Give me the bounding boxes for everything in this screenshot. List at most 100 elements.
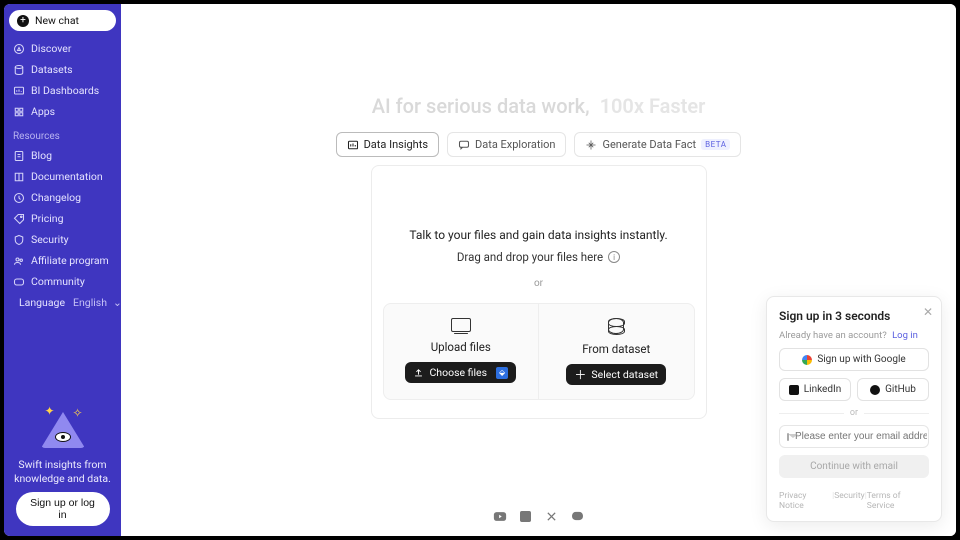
close-icon[interactable]: ✕ — [923, 305, 933, 319]
email-input-wrapper — [779, 425, 929, 448]
language-label: Language — [19, 296, 65, 309]
signup-title: Sign up in 3 seconds — [779, 309, 929, 323]
users-icon — [13, 255, 25, 267]
chart-icon — [347, 139, 359, 151]
button-label: Select dataset — [591, 368, 658, 381]
database-icon — [13, 64, 25, 76]
sidebar-tagline: Swift insights from knowledge and data. — [11, 458, 114, 486]
sidebar-item-label: Datasets — [31, 63, 73, 76]
mail-icon — [787, 433, 789, 441]
grid-icon — [13, 106, 25, 118]
panel-dragline: Drag and drop your files here i — [457, 250, 620, 264]
button-label: Choose files — [429, 366, 487, 379]
panel-headline: Talk to your files and gain data insight… — [409, 228, 667, 242]
google-sso-button[interactable]: Sign up with Google — [779, 348, 929, 371]
sidebar-item-label: Community — [31, 275, 85, 288]
upload-files-card: Upload files Choose files ⬙ — [384, 304, 539, 399]
sidebar-item-dashboards[interactable]: BI Dashboards — [9, 81, 116, 100]
book-icon — [13, 171, 25, 183]
sidebar-item-security[interactable]: Security — [9, 230, 116, 249]
mode-tabs: Data Insights Data Exploration Generate … — [336, 132, 742, 157]
tag-icon — [13, 213, 25, 225]
sso-label: GitHub — [885, 384, 916, 395]
discord-icon[interactable] — [571, 510, 585, 522]
dashboard-icon — [13, 85, 25, 97]
sidebar-item-community[interactable]: Community — [9, 272, 116, 291]
language-value: English — [73, 296, 107, 309]
sidebar-item-label: Affiliate program — [31, 254, 109, 267]
or-divider: or — [779, 408, 929, 418]
wizard-icon: ✦ ✧ — [39, 404, 87, 452]
sidebar-item-label: Changelog — [31, 191, 81, 204]
shield-icon — [13, 234, 25, 246]
history-icon — [13, 192, 25, 204]
sidebar-item-apps[interactable]: Apps — [9, 102, 116, 121]
signup-login-button[interactable]: Sign up or log in — [16, 492, 110, 526]
sidebar-item-label: Security — [31, 233, 69, 246]
privacy-link[interactable]: Privacy Notice — [779, 491, 832, 511]
hero-highlight: 100x Faster — [600, 94, 706, 118]
sidebar: + New chat Discover Datasets BI Dashboar… — [4, 4, 121, 536]
legal-links: Privacy Notice | Security | Terms of Ser… — [779, 491, 929, 511]
github-sso-button[interactable]: GitHub — [857, 378, 929, 401]
tab-label: Generate Data Fact — [602, 138, 696, 151]
resources-header: Resources — [9, 123, 116, 144]
google-icon — [802, 355, 812, 365]
chat-icon — [458, 139, 470, 151]
tos-link[interactable]: Terms of Service — [867, 491, 929, 511]
github-icon — [870, 385, 880, 395]
from-dataset-card: From dataset ＋ Select dataset — [538, 304, 694, 399]
main-content: AI for serious data work, 100x Faster Da… — [121, 4, 956, 536]
sidebar-item-changelog[interactable]: Changelog — [9, 188, 116, 207]
sidebar-promo: ✦ ✧ Swift insights from knowledge and da… — [9, 404, 116, 526]
youtube-icon[interactable] — [493, 510, 507, 522]
continue-email-button[interactable]: Continue with email — [779, 455, 929, 478]
tab-data-exploration[interactable]: Data Exploration — [447, 132, 566, 157]
plus-icon: ＋ — [574, 369, 586, 381]
card-title: Upload files — [431, 340, 491, 354]
new-chat-button[interactable]: + New chat — [9, 10, 116, 31]
sidebar-item-affiliate[interactable]: Affiliate program — [9, 251, 116, 270]
signup-popover: ✕ Sign up in 3 seconds Already have an a… — [766, 296, 942, 522]
sidebar-item-label: Discover — [31, 42, 71, 55]
dropbox-icon[interactable]: ⬙ — [496, 367, 508, 379]
tab-data-insights[interactable]: Data Insights — [336, 132, 439, 157]
linkedin-sso-button[interactable]: LinkedIn — [779, 378, 851, 401]
security-link[interactable]: Security — [834, 491, 864, 511]
sparkle-icon — [585, 139, 597, 151]
select-dataset-button[interactable]: ＋ Select dataset — [566, 364, 666, 385]
language-selector[interactable]: Language English ⌄ — [9, 293, 116, 312]
sidebar-item-label: Pricing — [31, 212, 63, 225]
sidebar-item-documentation[interactable]: Documentation — [9, 167, 116, 186]
laptop-icon — [451, 318, 471, 332]
info-icon[interactable]: i — [608, 251, 620, 263]
sidebar-item-datasets[interactable]: Datasets — [9, 60, 116, 79]
source-cards: Upload files Choose files ⬙ From dataset… — [383, 303, 695, 400]
tab-generate-fact[interactable]: Generate Data Fact BETA — [574, 132, 741, 157]
sidebar-item-label: Documentation — [31, 170, 103, 183]
choose-files-button[interactable]: Choose files ⬙ — [405, 362, 516, 383]
compass-icon — [13, 43, 25, 55]
sidebar-item-discover[interactable]: Discover — [9, 39, 116, 58]
sidebar-item-blog[interactable]: Blog — [9, 146, 116, 165]
tab-label: Data Insights — [364, 138, 428, 151]
x-icon[interactable] — [545, 510, 559, 522]
sidebar-item-pricing[interactable]: Pricing — [9, 209, 116, 228]
hero-title: AI for serious data work, 100x Faster — [372, 94, 706, 118]
sidebar-item-label: Blog — [31, 149, 52, 162]
sidebar-item-label: Apps — [31, 105, 55, 118]
new-chat-label: New chat — [35, 14, 79, 27]
email-input[interactable] — [795, 431, 927, 442]
tab-label: Data Exploration — [475, 138, 555, 151]
signup-subtitle: Already have an account? Log in — [779, 330, 929, 341]
login-link[interactable]: Log in — [892, 330, 918, 341]
already-text: Already have an account? — [779, 330, 887, 341]
plus-icon: + — [17, 15, 29, 27]
social-links — [493, 510, 585, 522]
upload-icon — [413, 367, 424, 378]
linkedin-icon[interactable] — [519, 510, 533, 522]
sso-label: Sign up with Google — [817, 354, 905, 365]
linkedin-icon — [789, 385, 799, 395]
upload-panel: Talk to your files and gain data insight… — [371, 165, 707, 419]
card-title: From dataset — [582, 342, 650, 356]
